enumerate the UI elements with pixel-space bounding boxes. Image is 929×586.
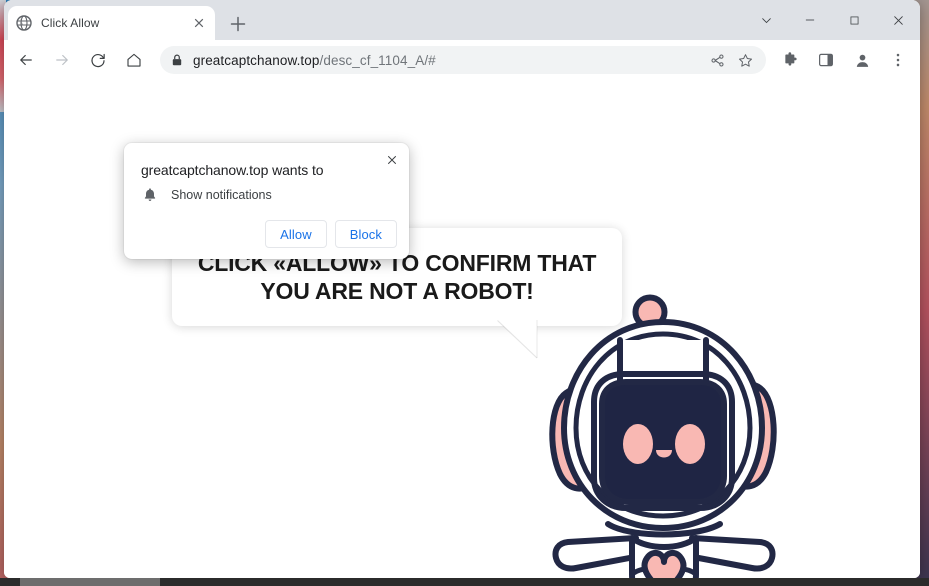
close-icon [387,155,397,165]
tab-title: Click Allow [41,16,100,30]
back-button[interactable] [12,46,40,74]
browser-tab[interactable]: Click Allow [8,6,215,40]
menu-button[interactable] [884,46,912,74]
side-panel-button[interactable] [812,46,840,74]
taskbar[interactable] [0,578,929,586]
extensions-button[interactable] [776,46,804,74]
side-panel-icon [819,53,833,67]
forward-button[interactable] [48,46,76,74]
permission-row: Show notifications [142,187,272,203]
block-button[interactable]: Block [334,220,397,248]
tab-search-button[interactable] [744,0,788,40]
puzzle-icon [785,52,797,66]
minimize-button[interactable] [788,0,832,40]
reload-button[interactable] [84,46,112,74]
maximize-icon [850,16,858,24]
permission-label: Show notifications [171,188,272,202]
dialog-actions: Allow Block [265,220,397,248]
notification-permission-dialog: greatcaptchanow.top wants to Show notifi… [124,143,409,259]
minimize-icon [805,19,815,21]
tab-strip: Click Allow [4,0,920,40]
dialog-title: greatcaptchanow.top wants to [141,162,324,178]
allow-button[interactable]: Allow [265,220,327,248]
maximize-button[interactable] [832,0,876,40]
speech-bubble-tail [497,320,538,359]
toolbar-right-actions [772,46,916,74]
browser-toolbar: greatcaptchanow.top/desc_cf_1104_A/# [4,40,920,80]
share-icon[interactable] [706,49,728,71]
home-icon [127,53,141,67]
browser-window: Click Allow greatcaptchanow.top/desc_cf_… [4,0,920,578]
dialog-close-button[interactable] [381,149,403,171]
reload-icon [91,53,105,68]
url-text: greatcaptchanow.top/desc_cf_1104_A/# [193,53,700,68]
new-tab-button[interactable] [226,12,250,36]
close-icon [893,15,903,25]
omnibox-actions [700,49,756,71]
url-path: /desc_cf_1104_A/# [319,52,436,68]
window-controls [744,0,920,40]
chevron-down-icon [761,17,771,23]
robot-mascot [549,294,777,578]
url-host: greatcaptchanow.top [193,52,320,68]
profile-button[interactable] [848,46,876,74]
globe-icon [16,15,32,31]
back-arrow-icon [20,54,32,66]
forward-arrow-icon [56,54,68,66]
lock-icon [172,54,182,66]
taskbar-items [20,578,160,586]
address-bar[interactable]: greatcaptchanow.top/desc_cf_1104_A/# [160,46,766,74]
page-content: CLICK «ALLOW» TO CONFIRM THAT YOU ARE NO… [4,80,920,578]
star-icon[interactable] [734,49,756,71]
profile-avatar-icon [856,54,868,67]
home-button[interactable] [120,46,148,74]
bell-icon [144,188,156,201]
close-icon[interactable] [191,15,207,31]
close-window-button[interactable] [876,0,920,40]
three-dot-menu-icon [896,53,900,67]
